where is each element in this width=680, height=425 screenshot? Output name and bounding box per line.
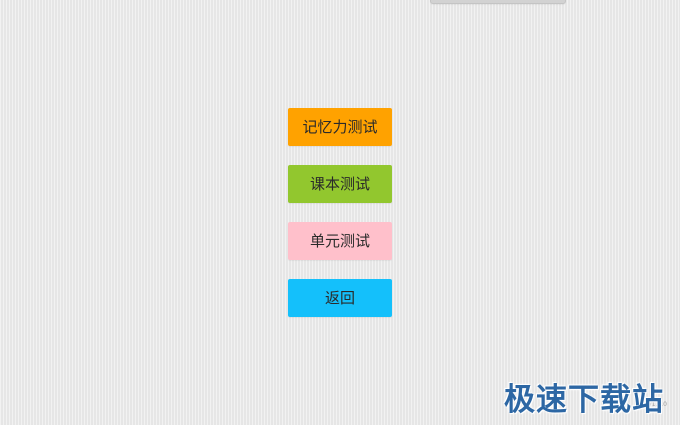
test-menu: 记忆力测试 课本测试 单元测试 返回 xyxy=(288,108,392,336)
top-window-tab[interactable] xyxy=(430,0,566,4)
site-watermark: 极速下载站 xyxy=(504,382,664,418)
textbook-test-button[interactable]: 课本测试 xyxy=(288,165,392,203)
back-button[interactable]: 返回 xyxy=(288,279,392,317)
memory-test-button[interactable]: 记忆力测试 xyxy=(288,108,392,146)
unit-test-button[interactable]: 单元测试 xyxy=(288,222,392,260)
